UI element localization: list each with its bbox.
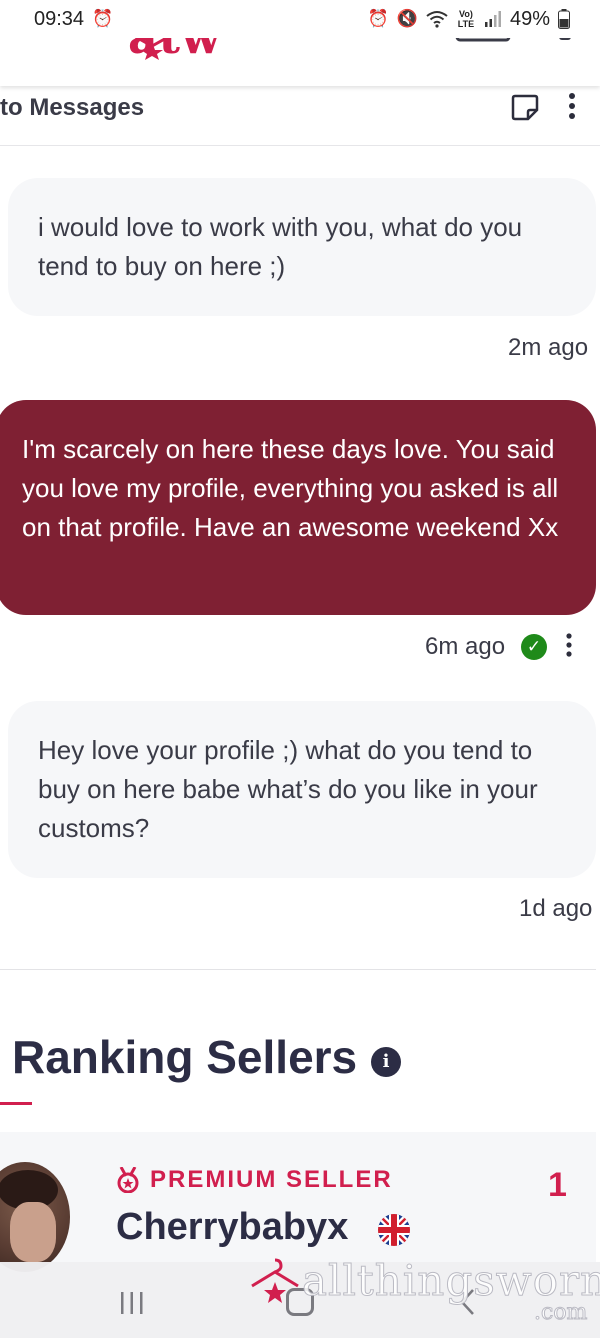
alarm-icon: ⏰ (367, 9, 389, 28)
medal-icon (117, 1167, 139, 1193)
info-icon[interactable]: i (371, 1047, 401, 1077)
message-timestamp: 2m ago (508, 334, 589, 361)
recent-apps-icon[interactable] (118, 1292, 146, 1314)
ranking-sellers-title: Ranking Sellers (12, 1031, 358, 1083)
message-text: i would love to work with you, what do y… (38, 212, 523, 281)
message-timestamp: 6m ago (425, 633, 506, 660)
message-bubble-incoming: i would love to work with you, what do y… (8, 178, 596, 316)
top-header: atw (0, 30, 600, 86)
premium-seller-badge: PREMIUM SELLER (116, 1166, 393, 1194)
home-button-icon[interactable] (286, 1288, 314, 1316)
read-check-icon: ✓ (521, 634, 547, 660)
uk-flag-icon (378, 1214, 410, 1246)
back-to-messages-link[interactable]: to Messages (0, 94, 144, 122)
title-accent-line (0, 1102, 32, 1105)
wifi-icon (426, 11, 448, 28)
message-text: Hey love your profile ;) what do you ten… (38, 735, 538, 843)
message-options-icon[interactable] (564, 632, 574, 658)
lte-label: Vo) LTE (457, 9, 475, 29)
rank-number: 1 (548, 1166, 567, 1204)
mute-icon: 🔇 (396, 9, 418, 28)
seller-name[interactable]: Cherrybabyx (116, 1206, 348, 1249)
message-timestamp: 1d ago (519, 895, 593, 922)
seller-avatar[interactable] (0, 1162, 70, 1272)
message-bubble-incoming: Hey love your profile ;) what do you ten… (8, 701, 596, 878)
message-bubble-outgoing: I'm scarcely on here these days love. Yo… (0, 400, 596, 615)
back-icon[interactable] (458, 1288, 476, 1316)
battery-icon (558, 9, 570, 29)
section-divider (0, 969, 596, 970)
clock-time: 09:34 (34, 7, 85, 30)
battery-level: 49% (509, 7, 550, 30)
note-icon[interactable] (510, 92, 540, 122)
premium-seller-label: PREMIUM SELLER (150, 1166, 393, 1193)
conversation-subheader: to Messages (0, 86, 600, 146)
signal-icon (484, 11, 501, 27)
more-options-icon[interactable] (560, 90, 584, 122)
system-nav-bar (0, 1262, 600, 1338)
status-bar: 09:34 ⏰ ⏰ 🔇 Vo) LTE 49% (0, 0, 600, 38)
message-text: I'm scarcely on here these days love. Yo… (22, 434, 559, 542)
alarm-icon: ⏰ (92, 9, 114, 28)
